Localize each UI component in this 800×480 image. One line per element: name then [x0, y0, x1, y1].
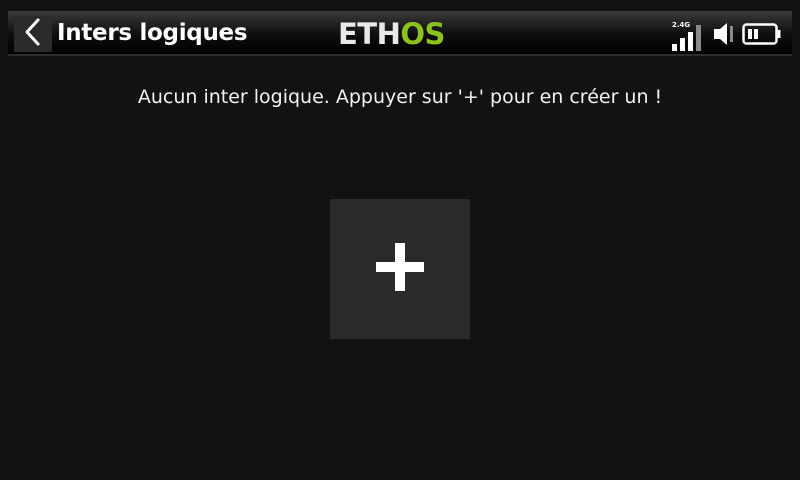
signal-bar [696, 25, 701, 51]
empty-state-message: Aucun inter logique. Appuyer sur '+' pou… [137, 86, 663, 108]
signal-bar [680, 38, 685, 51]
signal-bars-icon: 2.4G [672, 21, 706, 51]
top-bar: Inters logiques ETHOS 2.4G [8, 11, 792, 56]
logo-os: OS [400, 17, 445, 51]
ethos-logo: ETHOS [338, 17, 445, 51]
back-button[interactable] [14, 16, 52, 52]
signal-bar [688, 32, 693, 51]
rf-band-label: 2.4G [672, 21, 691, 29]
page-title: Inters logiques [57, 20, 248, 46]
screen: Inters logiques ETHOS 2.4G Aucun inter l… [0, 0, 800, 480]
plus-icon [374, 241, 426, 297]
battery-icon [742, 21, 782, 51]
speaker-icon [712, 21, 736, 51]
status-area: 2.4G [672, 17, 782, 51]
logo-eth: ETH [338, 17, 401, 51]
signal-bar [672, 44, 677, 51]
add-logic-switch-button[interactable] [330, 199, 470, 339]
chevron-left-icon [23, 17, 43, 51]
